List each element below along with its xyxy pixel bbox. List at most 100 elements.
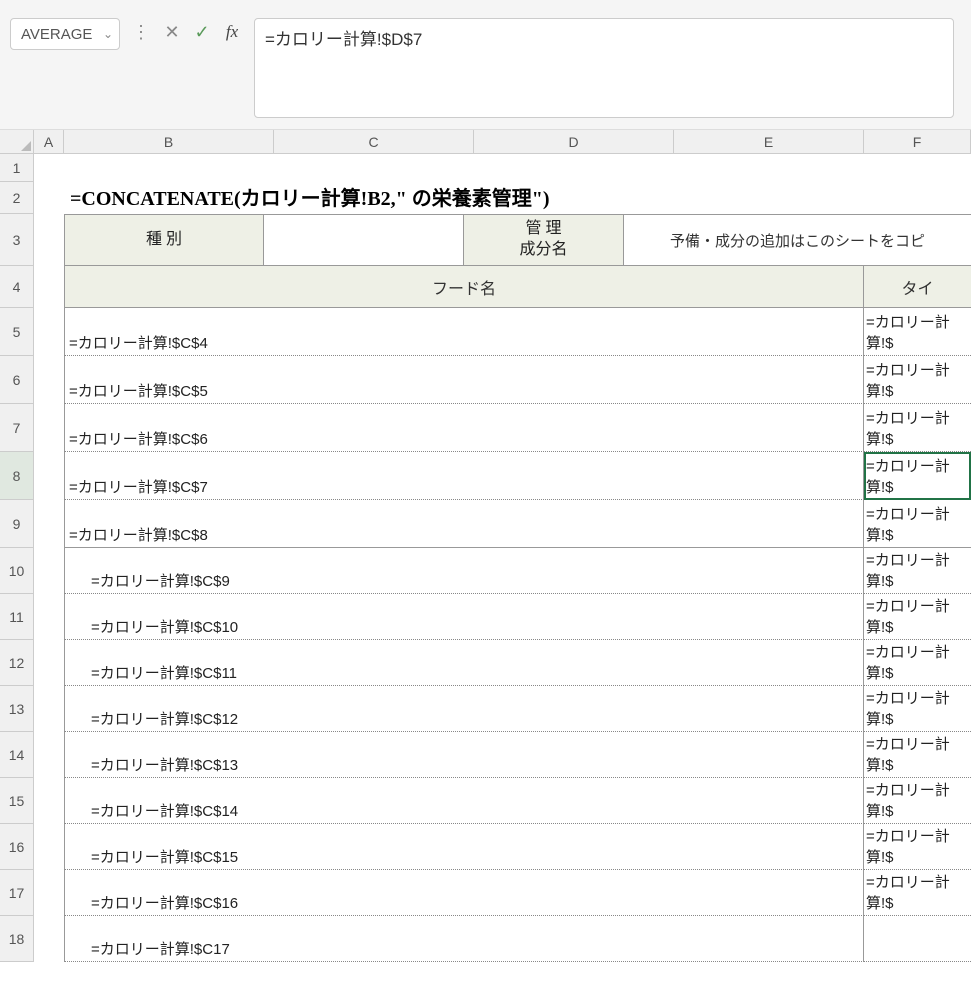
row-header-5[interactable]: 5 bbox=[0, 308, 34, 356]
row-header-8[interactable]: 8 bbox=[0, 452, 34, 500]
cell[interactable] bbox=[34, 916, 64, 962]
food-cell[interactable]: =カロリー計算!$C$15 bbox=[64, 824, 864, 870]
table-row: 18 =カロリー計算!$C17 bbox=[0, 916, 971, 962]
col-header-B[interactable]: B bbox=[64, 130, 274, 153]
row-header-15[interactable]: 15 bbox=[0, 778, 34, 824]
food-cell[interactable]: =カロリー計算!$C$9 bbox=[64, 548, 864, 594]
header-type[interactable]: タイ bbox=[864, 266, 971, 308]
cell[interactable] bbox=[34, 404, 64, 452]
column-headers: A B C D E F bbox=[0, 130, 971, 154]
row-4: 4 フード名 タイ bbox=[0, 266, 971, 308]
table-row: 6 =カロリー計算!$C$5=カロリー計算!$ bbox=[0, 356, 971, 404]
table-row: 9 =カロリー計算!$C$8=カロリー計算!$ bbox=[0, 500, 971, 548]
type-cell[interactable]: =カロリー計算!$ bbox=[864, 686, 971, 732]
food-cell[interactable]: =カロリー計算!$C$6 bbox=[64, 404, 864, 452]
type-cell[interactable]: =カロリー計算!$ bbox=[864, 500, 971, 548]
type-cell[interactable]: =カロリー計算!$ bbox=[864, 548, 971, 594]
type-cell[interactable]: =カロリー計算!$ bbox=[864, 778, 971, 824]
type-cell[interactable]: =カロリー計算!$ bbox=[864, 870, 971, 916]
header-food-name[interactable]: フード名 bbox=[64, 266, 864, 308]
table-row: 7 =カロリー計算!$C$6=カロリー計算!$ bbox=[0, 404, 971, 452]
col-header-C[interactable]: C bbox=[274, 130, 474, 153]
cell[interactable] bbox=[34, 182, 64, 214]
formula-bar-buttons: ✕ ✓ fx bbox=[162, 22, 242, 42]
header-yobi[interactable]: 予備・成分の追加はこのシートをコピ bbox=[624, 214, 971, 266]
row-header-3[interactable]: 3 bbox=[0, 214, 34, 266]
type-cell[interactable]: =カロリー計算!$ bbox=[864, 640, 971, 686]
table-row: 12 =カロリー計算!$C$11=カロリー計算!$ bbox=[0, 640, 971, 686]
row-header-1[interactable]: 1 bbox=[0, 154, 34, 182]
cell[interactable] bbox=[34, 686, 64, 732]
cell[interactable] bbox=[34, 778, 64, 824]
cell[interactable] bbox=[34, 308, 64, 356]
title-cell[interactable]: =CONCATENATE(カロリー計算!B2," の栄養素管理") bbox=[64, 182, 971, 214]
food-cell[interactable]: =カロリー計算!$C$14 bbox=[64, 778, 864, 824]
header-shubetsu[interactable]: 種 別 bbox=[64, 214, 264, 266]
row-header-16[interactable]: 16 bbox=[0, 824, 34, 870]
cell[interactable] bbox=[34, 214, 64, 266]
table-row: 17 =カロリー計算!$C$16=カロリー計算!$ bbox=[0, 870, 971, 916]
food-cell[interactable]: =カロリー計算!$C$4 bbox=[64, 308, 864, 356]
food-cell[interactable]: =カロリー計算!$C$13 bbox=[64, 732, 864, 778]
cell[interactable] bbox=[34, 356, 64, 404]
food-cell[interactable]: =カロリー計算!$C$16 bbox=[64, 870, 864, 916]
food-cell[interactable]: =カロリー計算!$C$10 bbox=[64, 594, 864, 640]
header-blank[interactable] bbox=[264, 214, 464, 266]
type-cell[interactable] bbox=[864, 916, 971, 962]
col-header-D[interactable]: D bbox=[474, 130, 674, 153]
cell[interactable] bbox=[34, 500, 64, 548]
formula-input[interactable] bbox=[254, 18, 954, 118]
cell[interactable] bbox=[34, 154, 971, 182]
type-cell[interactable]: =カロリー計算!$ bbox=[864, 308, 971, 356]
row-header-10[interactable]: 10 bbox=[0, 548, 34, 594]
type-cell[interactable]: =カロリー計算!$ bbox=[864, 356, 971, 404]
name-box-value: AVERAGE bbox=[21, 26, 92, 43]
table-row: 16 =カロリー計算!$C$15=カロリー計算!$ bbox=[0, 824, 971, 870]
table-row: 15 =カロリー計算!$C$14=カロリー計算!$ bbox=[0, 778, 971, 824]
formula-bar-separator: ⋮ bbox=[132, 22, 150, 43]
food-cell[interactable]: =カロリー計算!$C$8 bbox=[64, 500, 864, 548]
type-cell[interactable]: =カロリー計算!$ bbox=[864, 732, 971, 778]
row-header-7[interactable]: 7 bbox=[0, 404, 34, 452]
name-box[interactable]: AVERAGE ⌄ bbox=[10, 18, 120, 50]
fx-icon[interactable]: fx bbox=[222, 22, 242, 42]
cell[interactable] bbox=[34, 548, 64, 594]
col-header-A[interactable]: A bbox=[34, 130, 64, 153]
type-cell[interactable]: =カロリー計算!$ bbox=[864, 404, 971, 452]
row-header-2[interactable]: 2 bbox=[0, 182, 34, 214]
food-cell[interactable]: =カロリー計算!$C17 bbox=[64, 916, 864, 962]
row-header-4[interactable]: 4 bbox=[0, 266, 34, 308]
accept-icon[interactable]: ✓ bbox=[192, 22, 212, 42]
col-header-F[interactable]: F bbox=[864, 130, 971, 153]
food-cell[interactable]: =カロリー計算!$C$12 bbox=[64, 686, 864, 732]
select-all-corner[interactable] bbox=[0, 130, 34, 153]
header-kanri[interactable]: 管 理 成分名 bbox=[464, 214, 624, 266]
row-header-9[interactable]: 9 bbox=[0, 500, 34, 548]
chevron-down-icon[interactable]: ⌄ bbox=[103, 27, 113, 41]
row-header-12[interactable]: 12 bbox=[0, 640, 34, 686]
type-cell[interactable]: =カロリー計算!$ bbox=[864, 452, 971, 500]
row-header-6[interactable]: 6 bbox=[0, 356, 34, 404]
col-header-E[interactable]: E bbox=[674, 130, 864, 153]
row-header-11[interactable]: 11 bbox=[0, 594, 34, 640]
cell[interactable] bbox=[34, 452, 64, 500]
cancel-icon[interactable]: ✕ bbox=[162, 22, 182, 42]
row-header-13[interactable]: 13 bbox=[0, 686, 34, 732]
row-header-14[interactable]: 14 bbox=[0, 732, 34, 778]
cell[interactable] bbox=[34, 640, 64, 686]
cell[interactable] bbox=[34, 824, 64, 870]
cell[interactable] bbox=[34, 266, 64, 308]
type-cell[interactable]: =カロリー計算!$ bbox=[864, 594, 971, 640]
row-header-18[interactable]: 18 bbox=[0, 916, 34, 962]
cell[interactable] bbox=[34, 870, 64, 916]
data-rows: 5=カロリー計算!$C$4=カロリー計算!$6=カロリー計算!$C$5=カロリー… bbox=[0, 308, 971, 962]
table-row: 14 =カロリー計算!$C$13=カロリー計算!$ bbox=[0, 732, 971, 778]
food-cell[interactable]: =カロリー計算!$C$11 bbox=[64, 640, 864, 686]
cell[interactable] bbox=[34, 732, 64, 778]
cell[interactable] bbox=[34, 594, 64, 640]
food-cell[interactable]: =カロリー計算!$C$7 bbox=[64, 452, 864, 500]
type-cell[interactable]: =カロリー計算!$ bbox=[864, 824, 971, 870]
food-cell[interactable]: =カロリー計算!$C$5 bbox=[64, 356, 864, 404]
row-header-17[interactable]: 17 bbox=[0, 870, 34, 916]
rows-container: 1 2 =CONCATENATE(カロリー計算!B2," の栄養素管理") 3 … bbox=[0, 154, 971, 962]
